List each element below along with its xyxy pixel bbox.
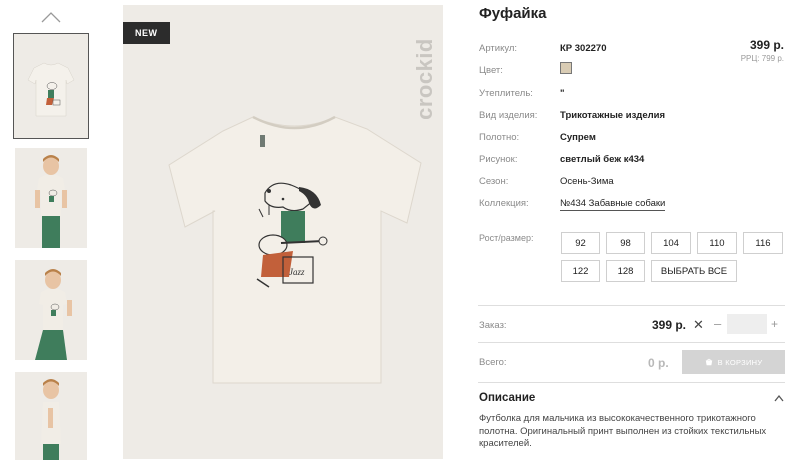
cart-button-label: В КОРЗИНУ <box>717 357 763 367</box>
size-option-92[interactable]: 92 <box>561 232 600 254</box>
spec-value: Трикотажные изделия <box>560 110 666 121</box>
product-main-image[interactable]: Jazz NEW crockid <box>123 5 443 459</box>
total-label: Всего: <box>479 357 507 368</box>
spec-row-color: Цвет: <box>478 62 788 81</box>
spec-label: Рисунок: <box>479 154 518 165</box>
chevron-up-icon[interactable] <box>41 11 61 23</box>
spec-row-article: Артикул: КР 302270 <box>478 43 788 59</box>
spec-row-type: Вид изделия: Трикотажные изделия <box>478 110 788 126</box>
spec-label: Сезон: <box>479 176 509 187</box>
divider <box>478 342 785 343</box>
color-swatch[interactable] <box>560 62 572 74</box>
spec-row-collection: Коллекция: №434 Забавные собаки <box>478 198 788 214</box>
thumbnail-boy-front[interactable] <box>15 148 87 248</box>
increase-quantity-button[interactable]: + <box>771 317 778 331</box>
spec-label: Коллекция: <box>479 198 529 209</box>
spec-value: Осень-Зима <box>560 176 614 187</box>
order-label: Заказ: <box>479 320 507 331</box>
add-to-cart-button[interactable]: В КОРЗИНУ <box>682 350 785 374</box>
product-details: Фуфайка 399 р. РРЦ: 799 р. Артикул: КР 3… <box>478 0 788 460</box>
size-option-116[interactable]: 116 <box>743 232 783 254</box>
tshirt-image: Jazz <box>168 115 422 384</box>
spec-label: Артикул: <box>479 43 518 54</box>
select-all-sizes-button[interactable]: ВЫБРАТЬ ВСЕ <box>651 260 737 282</box>
chevron-up-icon[interactable] <box>774 394 784 402</box>
spec-label: Цвет: <box>479 65 503 76</box>
total-value: 0 р. <box>648 356 669 370</box>
description-text: Футболка для мальчика из высококачествен… <box>479 413 767 449</box>
divider <box>478 305 785 306</box>
thumbnail-strip <box>13 0 91 460</box>
size-option-98[interactable]: 98 <box>606 232 645 254</box>
quantity-input[interactable] <box>727 314 767 334</box>
spec-row-print: Рисунок: светлый беж к434 <box>478 154 788 170</box>
thumbnail-tshirt[interactable] <box>13 33 89 139</box>
brand-logo: crockid <box>412 38 437 120</box>
new-badge: NEW <box>123 22 170 44</box>
spec-label: Утеплитель: <box>479 88 533 99</box>
thumbnail-boy-pose[interactable] <box>15 260 87 360</box>
product-title: Фуфайка <box>479 5 547 22</box>
thumbnail-boy-side[interactable] <box>15 372 87 460</box>
spec-row-season: Сезон: Осень-Зима <box>478 176 788 192</box>
spec-label: Вид изделия: <box>479 110 538 121</box>
decrease-quantity-button[interactable]: – <box>714 316 721 331</box>
spec-value: светлый беж к434 <box>560 154 645 165</box>
close-icon[interactable]: ✕ <box>693 317 704 333</box>
collection-link[interactable]: №434 Забавные собаки <box>560 198 666 211</box>
size-option-128[interactable]: 128 <box>606 260 645 282</box>
size-option-110[interactable]: 110 <box>697 232 737 254</box>
spec-row-insulation: Утеплитель: " <box>478 88 788 104</box>
spec-row-fabric: Полотно: Супрем <box>478 132 788 148</box>
description-title: Описание <box>479 392 536 404</box>
cart-icon <box>705 358 712 366</box>
order-price: 399 р. <box>652 318 687 332</box>
size-option-104[interactable]: 104 <box>651 232 691 254</box>
spec-label: Полотно: <box>479 132 520 143</box>
divider <box>478 382 785 383</box>
size-option-122[interactable]: 122 <box>561 260 600 282</box>
spec-value: Супрем <box>560 132 596 143</box>
svg-text:Jazz: Jazz <box>289 267 305 277</box>
size-label: Рост/размер: <box>479 233 534 243</box>
spec-value: КР 302270 <box>560 43 607 54</box>
spec-value: " <box>560 88 565 99</box>
